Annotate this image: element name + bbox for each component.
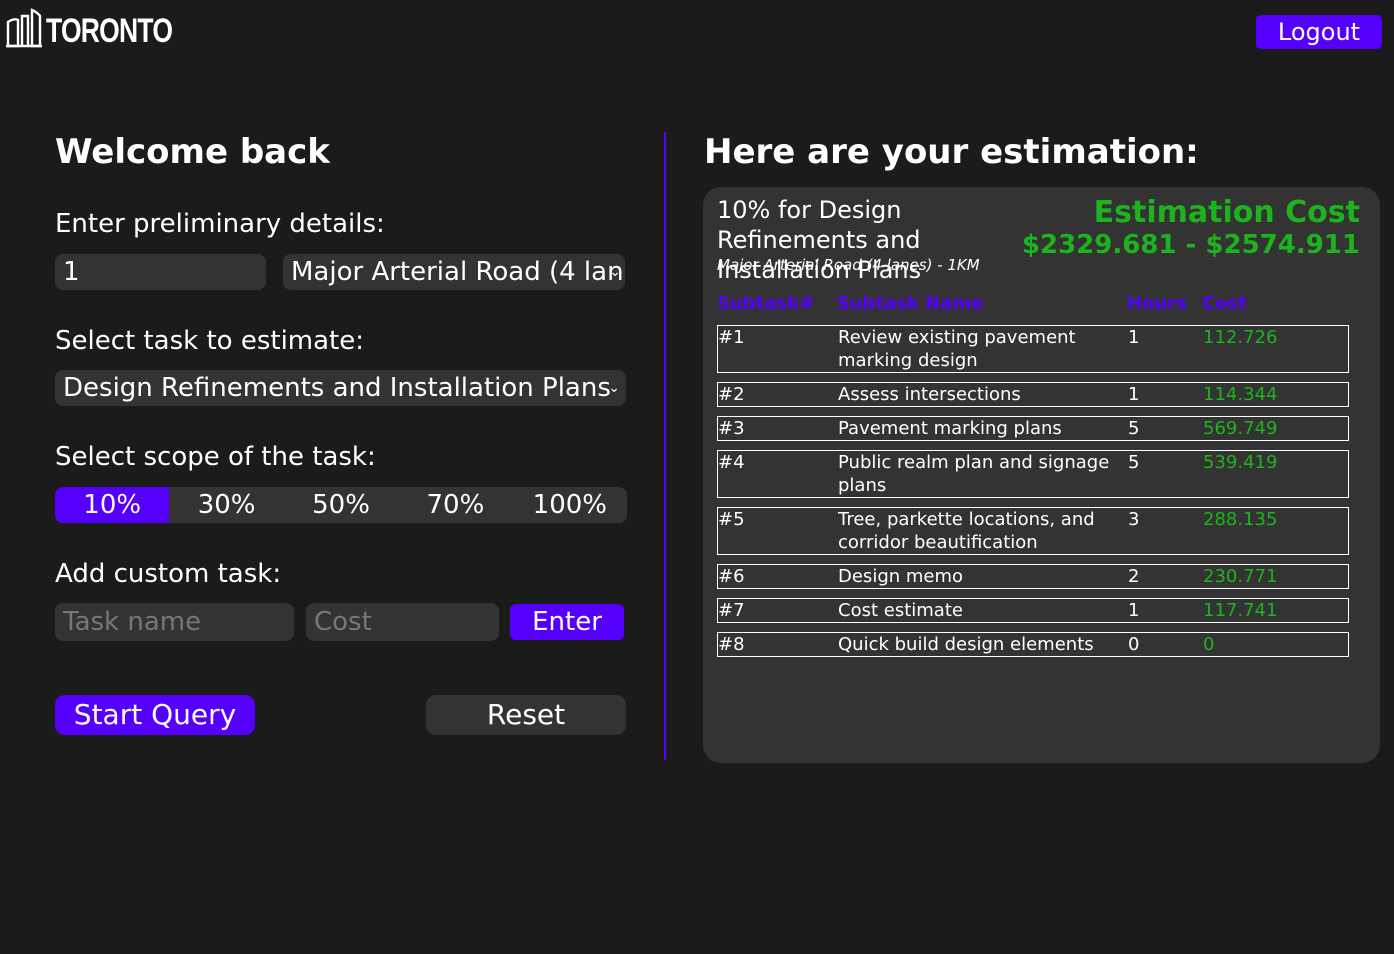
custom-task-label: Add custom task: <box>55 559 282 589</box>
subtask-hours: 1 <box>1128 327 1140 348</box>
subtask-num: #4 <box>718 452 745 473</box>
subtask-hours: 1 <box>1128 384 1140 405</box>
scope-option-70[interactable]: 70% <box>398 487 512 523</box>
subtask-num: #6 <box>718 566 745 587</box>
subtask-hours: 0 <box>1128 634 1140 655</box>
start-query-button[interactable]: Start Query <box>55 695 255 735</box>
card-subtitle: Major Arterial Road (4 lanes) - 1KM <box>717 256 980 274</box>
chevron-down-icon: ⌄ <box>608 380 620 396</box>
chevron-down-icon: ⌄ <box>609 264 621 280</box>
table-row: #6 Design memo 2 230.771 <box>717 564 1349 589</box>
road-type-select[interactable]: Major Arterial Road (4 lanes) ⌄ <box>283 254 625 290</box>
reset-button[interactable]: Reset <box>426 695 626 735</box>
table-row: #8 Quick build design elements 0 0 <box>717 632 1349 657</box>
scope-option-100[interactable]: 100% <box>513 487 627 523</box>
subtask-hours: 5 <box>1128 452 1140 473</box>
cost-placeholder: Cost <box>314 607 372 637</box>
subtask-name: Public realm plan and signage plans <box>838 452 1110 496</box>
subtask-cost: 117.741 <box>1203 600 1278 621</box>
results-heading: Here are your estimation: <box>704 132 1199 172</box>
task-value: Design Refinements and Installation Plan… <box>63 373 611 403</box>
subtask-name: Pavement marking plans <box>838 418 1062 439</box>
distance-input[interactable]: 1 <box>55 254 266 290</box>
vertical-divider <box>664 132 666 760</box>
subtask-num: #1 <box>718 327 745 348</box>
subtask-cost: 288.135 <box>1203 509 1278 530</box>
subtask-hours: 5 <box>1128 418 1140 439</box>
header-subtask-name: Subtask Name <box>837 293 984 314</box>
table-row: #3 Pavement marking plans 5 569.749 <box>717 416 1349 441</box>
scope-option-50[interactable]: 50% <box>284 487 398 523</box>
subtask-cost: 539.419 <box>1203 452 1278 473</box>
cost-input[interactable]: Cost <box>306 603 499 641</box>
subtask-cost: 114.344 <box>1203 384 1278 405</box>
toronto-logo[interactable]: TORONTO <box>6 8 208 48</box>
distance-value: 1 <box>63 257 80 287</box>
prelim-label: Enter preliminary details: <box>55 209 385 239</box>
subtask-cost: 112.726 <box>1203 327 1278 348</box>
logout-button[interactable]: Logout <box>1256 15 1382 49</box>
table-row: #2 Assess intersections 1 114.344 <box>717 382 1349 407</box>
table-row: #5 Tree, parkette locations, and corrido… <box>717 507 1349 555</box>
subtask-name: Cost estimate <box>838 600 963 621</box>
task-name-input[interactable]: Task name <box>55 603 294 641</box>
subtask-num: #8 <box>718 634 745 655</box>
subtask-num: #7 <box>718 600 745 621</box>
scope-selector: 10% 30% 50% 70% 100% <box>55 487 627 523</box>
top-bar: TORONTO Logout <box>0 0 1394 70</box>
subtask-hours: 2 <box>1128 566 1140 587</box>
subtask-cost: 230.771 <box>1203 566 1278 587</box>
table-row: #1 Review existing pavement marking desi… <box>717 325 1349 373</box>
subtask-name: Assess intersections <box>838 384 1021 405</box>
welcome-heading: Welcome back <box>55 132 330 172</box>
table-row: #7 Cost estimate 1 117.741 <box>717 598 1349 623</box>
task-name-placeholder: Task name <box>63 607 202 637</box>
subtask-hours: 1 <box>1128 600 1140 621</box>
subtask-name: Tree, parkette locations, and corridor b… <box>838 509 1095 553</box>
scope-option-10[interactable]: 10% <box>55 487 170 523</box>
header-subtask-num: Subtask# <box>717 293 815 314</box>
logo-text: TORONTO <box>46 12 173 50</box>
subtask-num: #5 <box>718 509 745 530</box>
road-type-value: Major Arterial Road (4 lanes) <box>291 257 625 287</box>
header-cost: Cost <box>1202 293 1247 314</box>
subtask-cost: 0 <box>1203 634 1215 655</box>
table-header: Subtask# Subtask Name Hours Cost <box>717 293 1349 317</box>
subtask-name: Design memo <box>838 566 964 587</box>
subtask-hours: 3 <box>1128 509 1140 530</box>
query-form: Welcome back Enter preliminary details: … <box>55 130 627 735</box>
table-row: #4 Public realm plan and signage plans 5… <box>717 450 1349 498</box>
scope-option-30[interactable]: 30% <box>169 487 283 523</box>
estimation-card: 10% for Design Refinements and Installat… <box>703 187 1380 763</box>
city-hall-icon <box>6 8 42 48</box>
subtask-num: #3 <box>718 418 745 439</box>
scope-label: Select scope of the task: <box>55 442 376 472</box>
subtask-cost: 569.749 <box>1203 418 1278 439</box>
enter-button[interactable]: Enter <box>510 604 624 640</box>
task-label: Select task to estimate: <box>55 326 365 356</box>
header-hours: Hours <box>1127 293 1187 314</box>
estimation-cost-label: Estimation Cost <box>1093 195 1360 230</box>
subtask-name: Quick build design elements <box>838 634 1094 655</box>
subtask-num: #2 <box>718 384 745 405</box>
subtask-name: Review existing pavement marking design <box>838 327 1076 371</box>
estimation-cost-range: $2329.681 - $2574.911 <box>1021 230 1360 260</box>
task-select[interactable]: Design Refinements and Installation Plan… <box>55 370 626 406</box>
